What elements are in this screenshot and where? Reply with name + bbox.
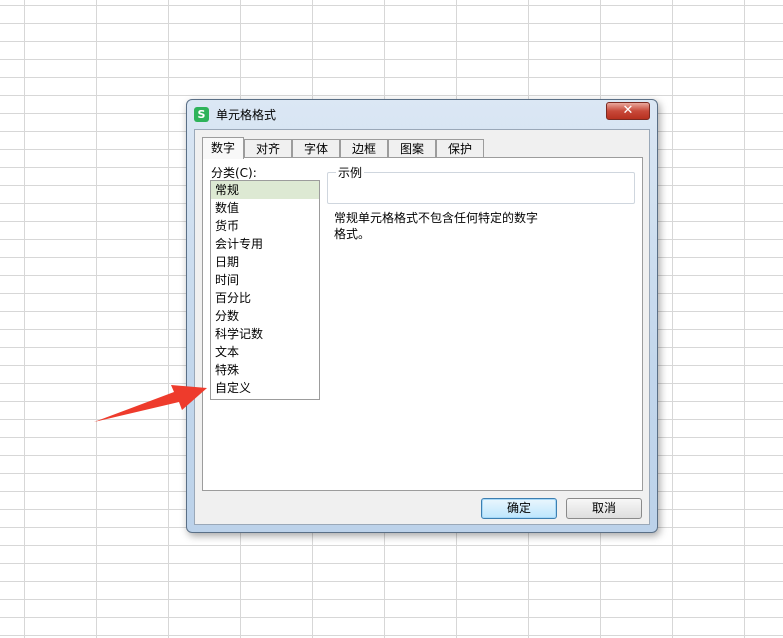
- category-label: 分类(C):: [211, 166, 257, 180]
- category-item-percentage[interactable]: 百分比: [211, 289, 319, 307]
- category-item-special[interactable]: 特殊: [211, 361, 319, 379]
- category-item-number[interactable]: 数值: [211, 199, 319, 217]
- close-icon: ✕: [622, 103, 634, 118]
- category-item-text[interactable]: 文本: [211, 343, 319, 361]
- tab-border[interactable]: 边框: [340, 139, 388, 158]
- category-item-date[interactable]: 日期: [211, 253, 319, 271]
- category-item-accounting[interactable]: 会计专用: [211, 235, 319, 253]
- dialog-titlebar[interactable]: S 单元格格式 ✕: [187, 100, 657, 128]
- category-item-custom[interactable]: 自定义: [211, 379, 319, 397]
- tab-protection[interactable]: 保护: [436, 139, 484, 158]
- format-description: 常规单元格格式不包含任何特定的数字格式。: [334, 211, 539, 241]
- ok-button[interactable]: 确定: [481, 498, 557, 519]
- tab-alignment[interactable]: 对齐: [244, 139, 292, 158]
- category-item-fraction[interactable]: 分数: [211, 307, 319, 325]
- category-item-general[interactable]: 常规: [211, 181, 319, 199]
- tab-font[interactable]: 字体: [292, 139, 340, 158]
- sample-groupbox: [327, 172, 635, 204]
- dialog-title: 单元格格式: [216, 108, 277, 122]
- category-item-currency[interactable]: 货币: [211, 217, 319, 235]
- cancel-button[interactable]: 取消: [566, 498, 642, 519]
- close-button[interactable]: ✕: [606, 102, 650, 120]
- category-list[interactable]: 常规 数值 货币 会计专用 日期 时间 百分比 分数 科学记数 文本 特殊 自定…: [210, 180, 320, 400]
- number-tab-panel: 分类(C): 常规 数值 货币 会计专用 日期 时间 百分比 分数 科学记数 文…: [202, 157, 643, 491]
- tab-pattern[interactable]: 图案: [388, 139, 436, 158]
- tab-number[interactable]: 数字: [202, 137, 244, 159]
- category-item-time[interactable]: 时间: [211, 271, 319, 289]
- format-cells-dialog: S 单元格格式 ✕ 数字 对齐 字体 边框 图案 保护 分类(C): 常规 数值…: [186, 99, 658, 533]
- category-item-scientific[interactable]: 科学记数: [211, 325, 319, 343]
- wps-spreadsheet-icon: S: [194, 107, 209, 122]
- dialog-client-area: 数字 对齐 字体 边框 图案 保护 分类(C): 常规 数值 货币 会计专用 日…: [194, 129, 650, 525]
- sample-label: 示例: [336, 164, 365, 181]
